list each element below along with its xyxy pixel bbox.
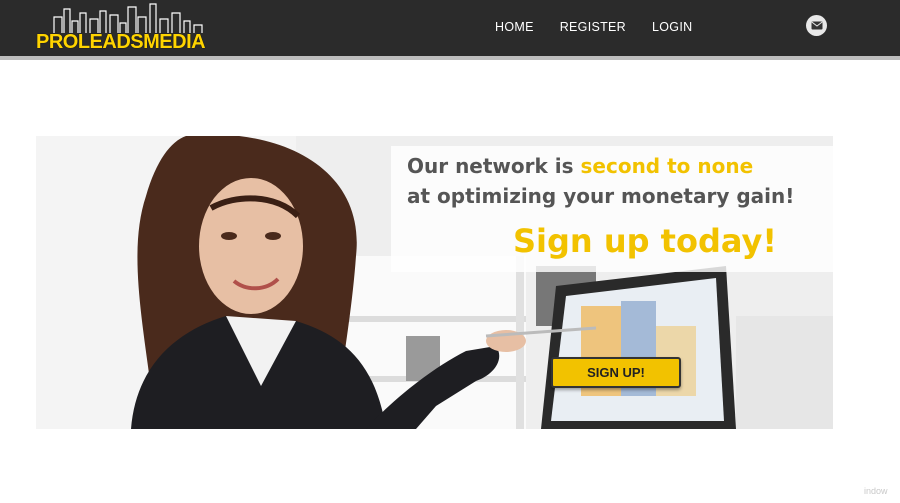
nav-login-link[interactable]: LOGIN	[652, 20, 692, 34]
hero-headline-line2: at optimizing your monetary gain!	[407, 184, 795, 208]
hero-banner: Our network is second to none at optimiz…	[36, 136, 833, 429]
hero-text-panel: Our network is second to none at optimiz…	[391, 146, 833, 272]
hero-headline-line1: Our network is second to none	[407, 154, 753, 178]
hero-call-to-action-text: Sign up today!	[513, 222, 777, 260]
headline-highlight: second to none	[580, 154, 754, 178]
header-divider	[0, 56, 900, 60]
main-nav: HOME REGISTER LOGIN	[495, 20, 692, 34]
sign-up-button[interactable]: SIGN UP!	[551, 357, 681, 388]
logo-text-leads: LEADS	[77, 31, 144, 53]
envelope-icon	[810, 21, 823, 30]
logo-text-media: MEDIA	[143, 31, 206, 53]
logo-text: PROLEADSMEDIA	[36, 31, 206, 53]
nav-register-link[interactable]: REGISTER	[560, 20, 626, 34]
os-watermark: indow	[864, 486, 888, 496]
contact-mail-button[interactable]	[806, 15, 827, 36]
top-navigation-bar: PROLEADSMEDIA HOME REGISTER LOGIN	[0, 0, 900, 56]
headline-text: Our network is	[407, 154, 581, 178]
pro-leads-media-logo[interactable]: PROLEADSMEDIA	[34, 3, 224, 53]
nav-home-link[interactable]: HOME	[495, 20, 534, 34]
logo-text-pro: PRO	[36, 31, 78, 53]
